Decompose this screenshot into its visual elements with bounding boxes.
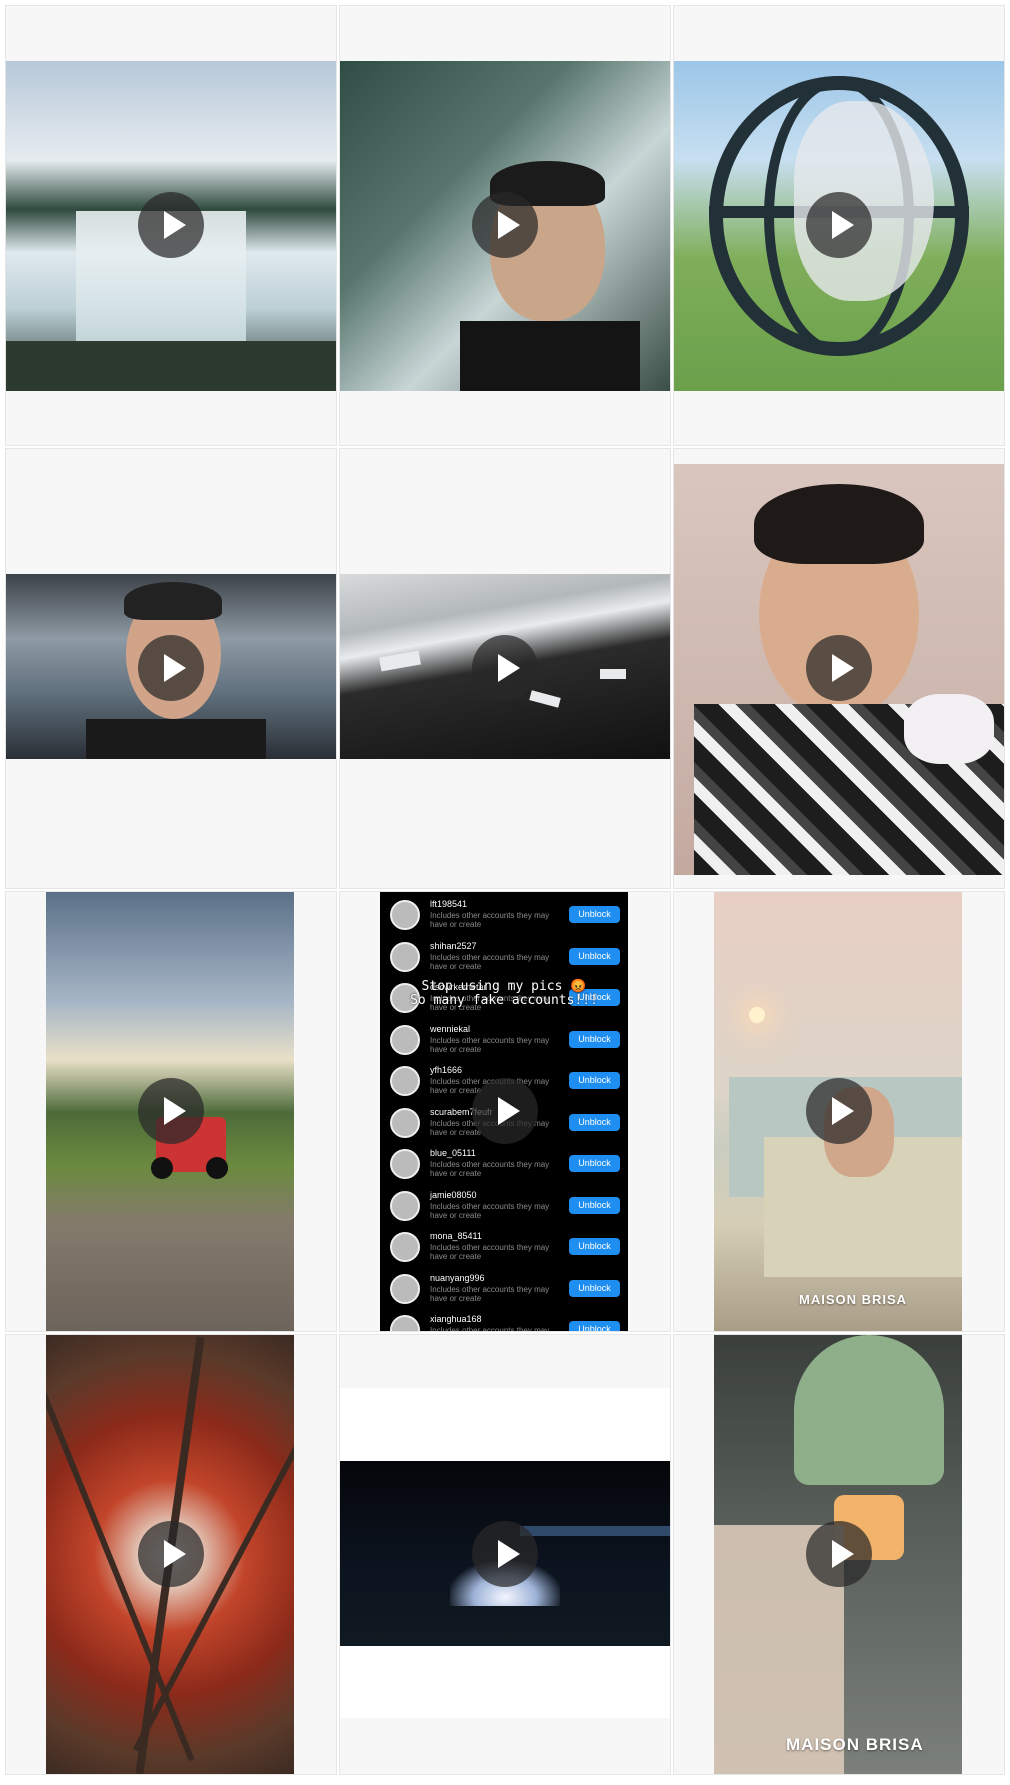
post-tile[interactable] xyxy=(5,1334,337,1775)
account-username: lft198541 xyxy=(430,899,468,909)
play-icon xyxy=(472,635,538,701)
overlay-line-2: So many fake accounts!!! xyxy=(410,993,598,1008)
unblock-button: Unblock xyxy=(569,1321,620,1331)
play-icon xyxy=(472,1078,538,1144)
play-icon xyxy=(138,635,204,701)
unblock-button: Unblock xyxy=(569,947,620,965)
unblock-button: Unblock xyxy=(569,1238,620,1255)
avatar xyxy=(390,941,420,972)
account-username: nuanyang996 xyxy=(430,1272,485,1283)
account-username: blue_05111 xyxy=(430,1148,476,1158)
avatar xyxy=(390,1315,420,1331)
account-subtext: Includes other accounts they may have or… xyxy=(430,1035,550,1054)
avatar xyxy=(390,1190,420,1221)
unblock-button: Unblock xyxy=(569,1279,620,1297)
account-username: wenniekal xyxy=(430,1023,471,1034)
play-icon xyxy=(806,635,872,701)
play-icon xyxy=(138,192,204,258)
post-tile[interactable] xyxy=(673,448,1005,889)
account-subtext: Includes other accounts they may have or… xyxy=(430,1160,550,1178)
post-tile[interactable] xyxy=(5,448,337,889)
blocked-account-row: lft198541 Includes other accounts they ma… xyxy=(380,894,628,936)
account-subtext: Includes other accounts they may have or… xyxy=(430,1284,550,1303)
account-username: shihan2527 xyxy=(430,940,477,951)
post-tile[interactable] xyxy=(673,5,1005,446)
post-tile[interactable]: MAISON BRISA xyxy=(673,891,1005,1332)
account-username: jamie08050 xyxy=(430,1189,477,1200)
post-tile[interactable] xyxy=(339,1334,671,1775)
blocked-account-row: nuanyang996 Includes other accounts they … xyxy=(380,1268,628,1310)
post-tile[interactable] xyxy=(5,5,337,446)
post-tile[interactable]: MAISON BRISA xyxy=(673,1334,1005,1775)
play-icon xyxy=(806,192,872,258)
blocked-account-row: wenniekal Includes other accounts they ma… xyxy=(380,1019,628,1061)
avatar xyxy=(390,1024,420,1055)
post-watermark: MAISON BRISA xyxy=(799,1292,908,1307)
account-subtext: Includes other accounts they may have or… xyxy=(430,1201,550,1220)
account-subtext: Includes other accounts they may have or… xyxy=(430,911,550,929)
post-watermark: MAISON BRISA xyxy=(786,1735,924,1754)
blocked-account-row: shihan2527 Includes other accounts they m… xyxy=(380,936,628,978)
post-tile[interactable] xyxy=(5,891,337,1332)
account-subtext: Includes other accounts they may have or… xyxy=(430,952,550,971)
avatar xyxy=(390,1273,420,1304)
overlay-line-1: Stop using my pics 😡 xyxy=(421,979,587,994)
post-tile[interactable] xyxy=(339,448,671,889)
avatar xyxy=(390,1149,420,1179)
account-username: mona_85411 xyxy=(430,1231,482,1241)
unblock-button: Unblock xyxy=(569,1113,620,1131)
unblock-button: Unblock xyxy=(569,906,620,923)
post-tile[interactable] xyxy=(339,5,671,446)
account-username: yfh1666 xyxy=(430,1065,463,1075)
play-icon xyxy=(472,1521,538,1587)
play-icon xyxy=(138,1078,204,1144)
overlay-caption: Stop using my pics 😡 So many fake accoun… xyxy=(380,980,628,1008)
blocked-account-row: mona_85411 Includes other accounts they m… xyxy=(380,1226,628,1268)
play-icon xyxy=(806,1521,872,1587)
blocked-account-row: xianghua168 Includes other accounts they … xyxy=(380,1309,628,1332)
account-subtext: Includes other accounts they may have or… xyxy=(430,1243,550,1261)
unblock-button: Unblock xyxy=(569,1196,620,1214)
play-icon xyxy=(806,1078,872,1144)
blocked-account-row: blue_05111 Includes other accounts they m… xyxy=(380,1143,628,1185)
account-subtext: Includes other accounts they may have or… xyxy=(430,1326,550,1332)
unblock-button: Unblock xyxy=(569,1155,620,1172)
blocked-account-row: jamie08050 Includes other accounts they m… xyxy=(380,1185,628,1227)
post-tile[interactable]: lft198541 Includes other accounts they ma… xyxy=(339,891,671,1332)
play-icon xyxy=(472,192,538,258)
account-username: xianghua168 xyxy=(430,1314,482,1324)
avatar xyxy=(390,900,420,930)
unblock-button: Unblock xyxy=(569,1072,620,1089)
play-icon xyxy=(138,1521,204,1587)
avatar xyxy=(390,1107,420,1138)
unblock-button: Unblock xyxy=(569,1030,620,1048)
avatar xyxy=(390,1232,420,1262)
avatar xyxy=(390,1066,420,1096)
